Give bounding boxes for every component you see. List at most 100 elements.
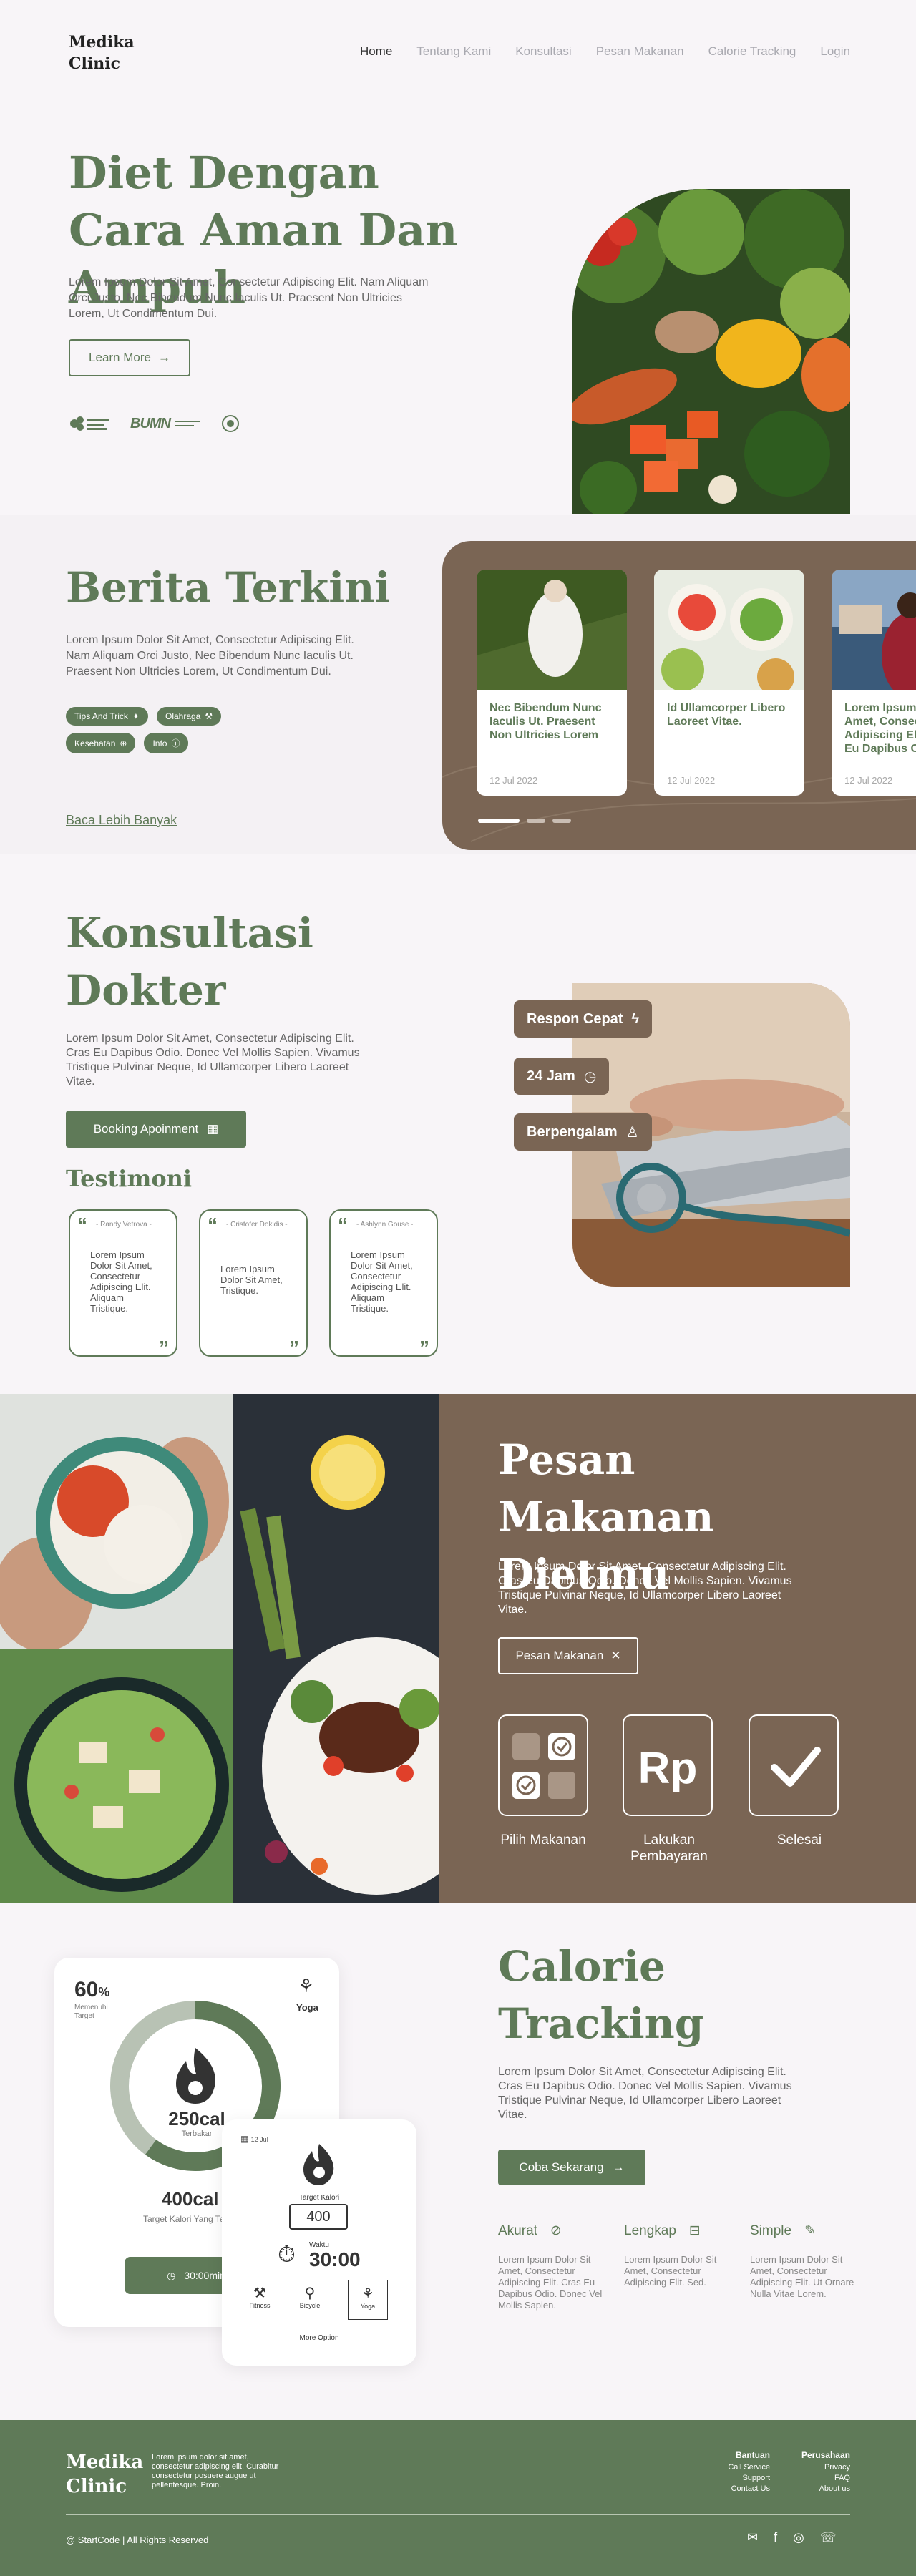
facebook-icon[interactable]: f xyxy=(774,2530,777,2545)
option-bicycle[interactable]: ⚲ Bicycle xyxy=(291,2280,329,2320)
testimonial-name: - Ashlynn Gouse - xyxy=(356,1221,414,1229)
instagram-icon[interactable]: ◎ xyxy=(793,2530,804,2545)
tag-olahraga[interactable]: Olahraga ⚒ xyxy=(156,707,222,726)
footer-link-support[interactable]: Support xyxy=(716,2473,770,2484)
feather-icon: ✎ xyxy=(804,2223,816,2238)
tag-list: Tips And Trick ✦ Olahraga ⚒ Kesehatan ⊕ Inf… xyxy=(66,707,266,753)
testimonial-text: Lorem Ipsum Dolor Sit Amet, Tristique. xyxy=(220,1264,283,1296)
footer-link-faq[interactable]: FAQ xyxy=(787,2473,850,2484)
booking-label: Booking Apoinment xyxy=(93,1122,199,1136)
nav-link-pesan-makanan[interactable]: Pesan Makanan xyxy=(596,44,684,59)
konsultasi-title: Konsultasi Dokter xyxy=(66,909,313,1015)
nav-link-tentang-kami[interactable]: Tentang Kami xyxy=(416,44,491,59)
option-yoga[interactable]: ⚘ Yoga xyxy=(348,2280,388,2320)
pesan-makanan-button[interactable]: Pesan Makanan ✕ xyxy=(498,1637,638,1674)
berita-text: Lorem Ipsum Dolor Sit Amet, Consectetur … xyxy=(66,634,354,678)
quote-close-icon: ” xyxy=(159,1337,169,1359)
logo[interactable]: Medika Clinic xyxy=(69,31,135,74)
calendar-date: ▦ 12 Jul xyxy=(240,2134,268,2144)
target-calori-input[interactable]: 400 xyxy=(289,2204,348,2230)
check-circle-icon: ⊘ xyxy=(550,2223,562,2238)
learn-more-button[interactable]: Learn More → xyxy=(69,339,190,376)
footer-link-privacy[interactable]: Privacy xyxy=(787,2462,850,2473)
food-image-bowl xyxy=(0,1394,233,1649)
footer-link-contact-us[interactable]: Contact Us xyxy=(716,2484,770,2494)
testimonial-name: - Cristofer Dokidis - xyxy=(226,1221,288,1229)
berita-title: Berita Terkini xyxy=(66,563,391,612)
news-carousel[interactable]: Nec Bibendum Nunc Iaculis Ut. Praesent N… xyxy=(442,541,916,850)
user-check-icon: ♙ xyxy=(625,1124,639,1141)
tag-label: Info xyxy=(152,738,167,748)
clock-icon: ◷ xyxy=(583,1068,597,1085)
fitness-icon: ⚒ xyxy=(253,2285,266,2301)
testimonial-name: - Randy Vetrova - xyxy=(96,1221,152,1229)
food-image-salad xyxy=(0,1649,233,1903)
arrow-right-icon: → xyxy=(157,351,170,364)
news-card[interactable]: Nec Bibendum Nunc Iaculis Ut. Praesent N… xyxy=(477,570,627,796)
nav-link-konsultasi[interactable]: Konsultasi xyxy=(515,44,571,59)
yoga-icon: ⚘ xyxy=(298,1975,315,1996)
step-selesai-box xyxy=(749,1714,839,1816)
badge-berpengalam: Berpengalam ♙ xyxy=(514,1113,652,1151)
feature-text: Lorem Ipsum Dolor Sit Amet, Consectetur … xyxy=(750,2254,854,2299)
carousel-dot[interactable] xyxy=(527,819,545,823)
bumn-logo: BUMN xyxy=(130,416,203,432)
progress-percent: 60% xyxy=(74,1978,110,2001)
calorie-text: Lorem Ipsum Dolor Sit Amet, Consectetur … xyxy=(498,2066,792,2121)
more-option-link[interactable]: More Option xyxy=(222,2334,416,2342)
nav-link-calorie-tracking[interactable]: Calorie Tracking xyxy=(708,44,796,59)
feature-lengkap: Lengkap ⊟ xyxy=(624,2223,701,2239)
news-card-image xyxy=(832,570,916,698)
step-label: Selesai xyxy=(776,1833,822,1848)
phone-icon[interactable]: ☏ xyxy=(820,2530,837,2545)
news-card-title: Nec Bibendum Nunc Iaculis Ut. Praesent N… xyxy=(489,702,602,741)
konsultasi-text: Lorem Ipsum Dolor Sit Amet, Consectetur … xyxy=(66,1033,360,1088)
news-card[interactable]: Id Ullamcorper Libero Laoreet Vitae. 12 … xyxy=(654,570,804,796)
footer-text: Lorem ipsum dolor sit amet, consectetur … xyxy=(152,2453,279,2489)
nav-link-home[interactable]: Home xyxy=(360,44,392,59)
coba-sekarang-button[interactable]: Coba Sekarang → xyxy=(498,2150,645,2185)
badge-label: Berpengalam xyxy=(527,1123,618,1140)
stopwatch-icon: ⏱ xyxy=(278,2241,296,2267)
footer-link-about-us[interactable]: About us xyxy=(787,2484,850,2494)
feature-akurat: Akurat ⊘ xyxy=(498,2223,562,2239)
nav-links: Home Tentang Kami Konsultasi Pesan Makan… xyxy=(360,44,850,59)
news-card-image xyxy=(477,570,627,690)
news-card-image xyxy=(654,570,804,696)
logo-line2: Clinic xyxy=(69,54,120,73)
option-label: Bicycle xyxy=(299,2302,321,2309)
pesan-text: Lorem Ipsum Dolor Sit Amet, Consectetur … xyxy=(498,1561,792,1616)
kemenkes-logo xyxy=(69,414,112,434)
yoga-icon: ⚘ xyxy=(361,2286,374,2302)
booking-button[interactable]: Booking Apoinment ▦ xyxy=(66,1111,246,1148)
carousel-dot[interactable] xyxy=(478,819,520,823)
read-more-link[interactable]: Baca Lebih Banyak xyxy=(66,813,177,828)
option-label: Fitness xyxy=(249,2302,271,2309)
option-fitness[interactable]: ⚒ Fitness xyxy=(240,2280,279,2320)
step-label: Lakukan Pembayaran xyxy=(630,1833,708,1864)
testimonial-text: Lorem Ipsum Dolor Sit Amet, Consectetur … xyxy=(351,1249,413,1314)
testimonial-text: Lorem Ipsum Dolor Sit Amet, Consectetur … xyxy=(90,1249,152,1314)
testimonial-card: “ - Randy Vetrova - Lorem Ipsum Dolor Si… xyxy=(69,1209,177,1359)
footer-link-call-service[interactable]: Call Service xyxy=(716,2462,770,2473)
learn-more-label: Learn More xyxy=(89,351,151,364)
tag-info[interactable]: Info ⓘ xyxy=(144,733,189,753)
utensils-icon: ✕ xyxy=(610,1649,621,1662)
logo-line1: Medika xyxy=(69,33,135,52)
carousel-dot[interactable] xyxy=(552,819,571,823)
tag-tips-and-trick[interactable]: Tips And Trick ✦ xyxy=(66,707,148,726)
footer: Medika Clinic Lorem ipsum dolor sit amet… xyxy=(0,2420,916,2576)
tag-kesehatan[interactable]: Kesehatan ⊕ xyxy=(66,733,136,753)
timer-icon: ◷ xyxy=(167,2269,176,2281)
news-card[interactable]: Lorem Ipsum Dolor Sit Amet, Consectetur … xyxy=(832,570,916,796)
tag-label: Olahraga xyxy=(165,711,201,721)
mail-icon[interactable]: ✉ xyxy=(747,2530,758,2545)
nav-link-login[interactable]: Login xyxy=(820,44,850,59)
social-icons: ✉ f ◎ ☏ xyxy=(747,2530,836,2545)
feature-text: Lorem Ipsum Dolor Sit Amet, Consectetur … xyxy=(624,2254,717,2288)
step-label: Pilih Makanan xyxy=(500,1833,586,1848)
coba-sekarang-label: Coba Sekarang xyxy=(519,2160,604,2174)
target-calori-label: Target Kalori xyxy=(298,2194,340,2202)
footer-logo[interactable]: Medika Clinic xyxy=(66,2450,143,2499)
partner-logos: BUMN xyxy=(69,414,240,434)
